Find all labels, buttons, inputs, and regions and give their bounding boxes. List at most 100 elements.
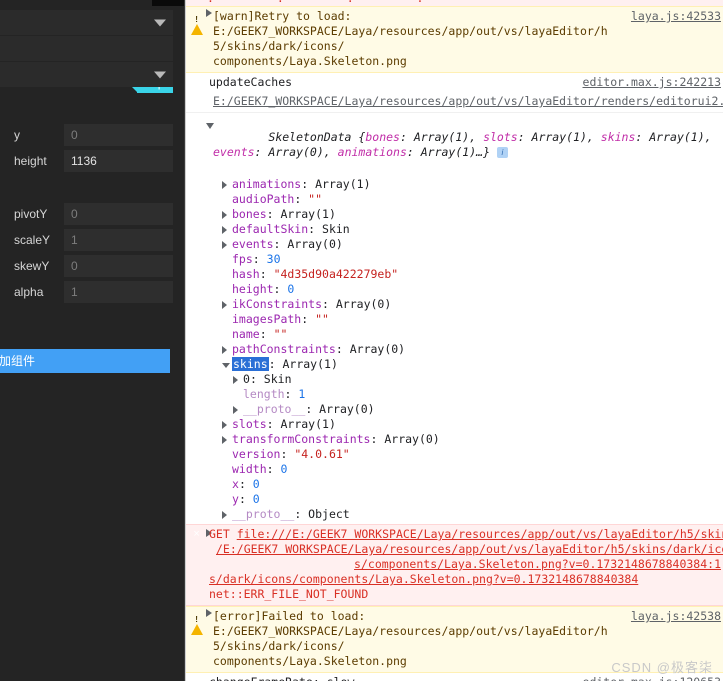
info-badge-icon[interactable]: i: [496, 147, 508, 158]
disclosure-closed-icon[interactable]: [233, 376, 238, 384]
source-link[interactable]: laya.js:42533: [631, 9, 721, 24]
object-tree-row[interactable]: pathConstraints: Array(0): [185, 342, 723, 357]
object-val: : Array(0),: [254, 145, 338, 159]
object-value: Object: [308, 507, 350, 521]
object-key: defaultSkin: [232, 222, 309, 236]
console-entry-error[interactable]: GET file:///E:/GEEK7 WORKSPACE/Laya/reso…: [185, 524, 723, 606]
object-tree-row[interactable]: length: 1: [185, 387, 723, 402]
disclosure-triangle-icon[interactable]: [206, 9, 212, 17]
object-separator: :: [335, 342, 350, 356]
object-tree-row[interactable]: ikConstraints: Array(0): [185, 297, 723, 312]
error-url-link[interactable]: s/components/Laya.Skeleton.png?v=0.17321…: [354, 557, 721, 571]
object-tree-row[interactable]: imagesPath: "": [185, 312, 723, 327]
source-link[interactable]: editor.max.js:120653: [583, 675, 721, 681]
object-key: skins: [600, 130, 636, 144]
error-url-link[interactable]: /E:/GEEK7 WORKSPACE/Laya/resources/app/o…: [216, 542, 723, 556]
object-tree-row[interactable]: skins: Array(1): [185, 357, 723, 372]
object-tree-row[interactable]: name: "": [185, 327, 723, 342]
stack-trace[interactable]: E:/GEEK7_WORKSPACE/Laya/resources/app/ou…: [185, 93, 723, 112]
disclosure-closed-icon[interactable]: [222, 241, 227, 249]
disclosure-triangle-icon[interactable]: [206, 123, 214, 129]
object-tree-row[interactable]: x: 0: [185, 477, 723, 492]
object-tree-row[interactable]: audioPath: "": [185, 192, 723, 207]
console-entry-log[interactable]: updateCaches editor.max.js:242213 E:/GEE…: [185, 73, 723, 113]
object-tree-row[interactable]: y: 0: [185, 492, 723, 507]
disclosure-closed-icon[interactable]: [222, 301, 227, 309]
object-key: y: [232, 492, 239, 506]
object-tree-row[interactable]: bones: Array(1): [185, 207, 723, 222]
object-value: Array(0): [349, 342, 406, 356]
object-key: bones: [232, 207, 267, 221]
http-method: GET: [209, 527, 237, 541]
disclosure-triangle-icon[interactable]: [206, 609, 212, 617]
object-tree-text: name: "": [185, 327, 287, 342]
object-val: : Array(1),: [517, 130, 601, 144]
disclosure-closed-icon[interactable]: [222, 181, 227, 189]
inspector-script-row[interactable]: script: [0, 36, 173, 93]
object-tree-row[interactable]: 0: Skin: [185, 372, 723, 387]
disclosure-closed-icon[interactable]: [222, 421, 227, 429]
disclosure-open-icon[interactable]: [222, 362, 230, 368]
disclosure-closed-icon[interactable]: [222, 511, 227, 519]
property-value-input[interactable]: 0: [64, 255, 173, 277]
object-tree-row[interactable]: hash: "4d35d90a422279eb": [185, 267, 723, 282]
error-status-text: net::ERR_FILE_NOT_FOUND: [209, 587, 369, 601]
disclosure-closed-icon[interactable]: [222, 226, 227, 234]
object-value: 0: [252, 492, 260, 506]
console-entry-warn[interactable]: [warn]Retry to load: E:/GEEK7_WORKSPACE/…: [185, 6, 723, 73]
add-component-button[interactable]: 添加组件: [0, 349, 170, 373]
disclosure-closed-icon[interactable]: [222, 346, 227, 354]
object-separator: :: [308, 222, 323, 236]
object-value: Array(1): [282, 357, 338, 371]
object-separator: :: [284, 387, 299, 401]
object-value: 1: [298, 387, 306, 401]
object-separator: :: [259, 267, 274, 281]
object-tree-row[interactable]: __proto__: Object: [185, 507, 723, 522]
property-value-input[interactable]: 1: [64, 229, 173, 251]
object-separator: :: [252, 252, 267, 266]
disclosure-closed-icon[interactable]: [222, 436, 227, 444]
chevron-down-icon: [154, 71, 166, 78]
object-key: version: [232, 447, 281, 461]
object-val: : Array(1),: [635, 130, 719, 144]
stack-trace-link[interactable]: E:/GEEK7_WORKSPACE/Laya/resources/app/ou…: [213, 94, 723, 108]
object-value: 0: [252, 477, 260, 491]
property-value-input[interactable]: 0: [64, 124, 173, 146]
object-tree-row[interactable]: animations: Array(1): [185, 177, 723, 192]
inspector-dropdown-1[interactable]: [0, 10, 173, 35]
property-value-input[interactable]: 0: [64, 203, 173, 225]
error-url-link[interactable]: s/dark/icons/components/Laya.Skeleton.pn…: [209, 572, 638, 586]
object-tree-row[interactable]: height: 0: [185, 282, 723, 297]
disclosure-closed-icon[interactable]: [233, 406, 238, 414]
object-tree-text: hash: "4d35d90a422279eb": [185, 267, 398, 282]
object-tree-row[interactable]: transformConstraints: Array(0): [185, 432, 723, 447]
object-header[interactable]: SkeletonData {bones: Array(1), slots: Ar…: [185, 113, 723, 177]
object-tree-row[interactable]: version: "4.0.61": [185, 447, 723, 462]
error-url-link[interactable]: file:///E:/GEEK7 WORKSPACE/Laya/resource…: [237, 527, 723, 541]
object-key: width: [232, 462, 267, 476]
app-root: script y 0 height 1136 pivotY 0 scaleY 1…: [0, 0, 723, 681]
property-row-skewY: skewY 0: [0, 255, 173, 277]
object-tree-row[interactable]: __proto__: Array(0): [185, 402, 723, 417]
object-separator: :: [238, 492, 253, 506]
object-tree-row[interactable]: defaultSkin: Skin: [185, 222, 723, 237]
object-tree-text: bones: Array(1): [185, 207, 336, 222]
object-value: "4.0.61": [294, 447, 350, 461]
inspector-dropdown-2[interactable]: [0, 62, 173, 87]
object-separator: :: [280, 447, 295, 461]
object-tree-row[interactable]: width: 0: [185, 462, 723, 477]
property-value-input[interactable]: 1: [64, 281, 173, 303]
object-key: transformConstraints: [232, 432, 371, 446]
source-link[interactable]: laya.js:42538: [631, 609, 721, 624]
object-tree-row[interactable]: fps: 30: [185, 252, 723, 267]
object-value: Array(0): [319, 402, 375, 416]
object-value: Array(0): [384, 432, 440, 446]
property-value-input[interactable]: 1136: [64, 150, 173, 172]
object-tree-row[interactable]: events: Array(0): [185, 237, 723, 252]
disclosure-closed-icon[interactable]: [222, 211, 227, 219]
object-tree-row[interactable]: slots: Array(1): [185, 417, 723, 432]
source-link[interactable]: editor.max.js:242213: [583, 75, 721, 90]
object-separator: :: [294, 507, 309, 521]
object-key: audioPath: [232, 192, 295, 206]
object-separator: :: [273, 237, 288, 251]
